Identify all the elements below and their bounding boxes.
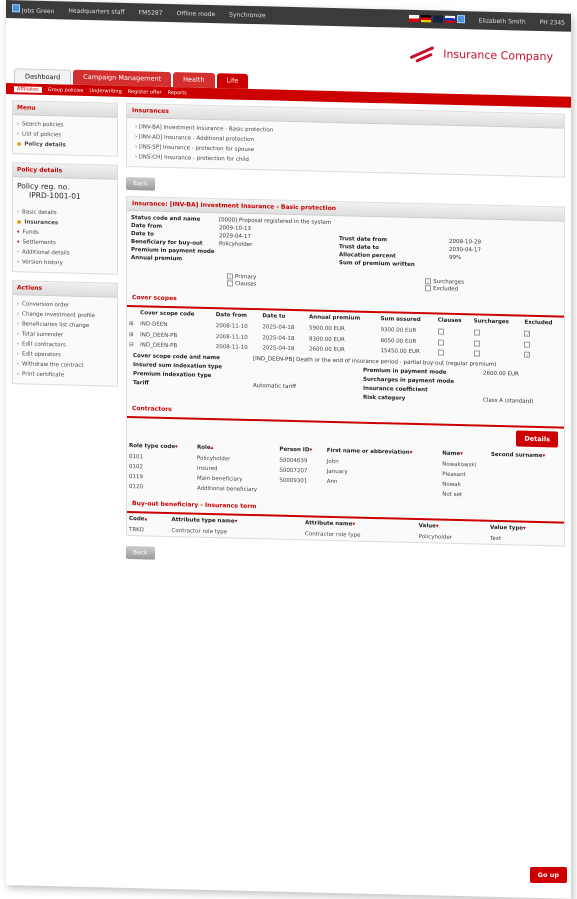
trust-to-label: Trust date to [339, 244, 379, 252]
actions-box: Actions › Conversion order › Change invest… [12, 280, 118, 387]
details-button[interactable]: Details [516, 429, 558, 447]
policy-item-version-history[interactable]: › Version history [17, 257, 113, 269]
sum-indexation-label: Insured sum indexation type [133, 361, 223, 370]
wing-logo-icon [409, 46, 437, 61]
premium-indexation-label: Premium indexation type [133, 370, 212, 379]
policy-details-box: Policy details Policy reg. no. IPRD-1001-… [12, 162, 118, 275]
subnav-underwriting[interactable]: Underwriting [89, 88, 121, 95]
clauses-checkbox[interactable]: Clauses [227, 279, 256, 287]
client-id: PH 2345 [539, 18, 565, 27]
menu-item-policy-details[interactable]: ● Policy details [17, 139, 113, 151]
date-from-label: Date from [131, 223, 163, 230]
cover-code-label: Cover scope code and name [133, 352, 220, 361]
user-code: FM5287 [138, 8, 163, 17]
trust-from-label: Trust date from [339, 236, 388, 244]
subnav-affiliates[interactable]: Affiliates [14, 85, 42, 93]
user-role: Headquarters staff [68, 7, 125, 16]
back-button[interactable]: Back [126, 176, 155, 191]
insurances-panel: Insurances › [INV-BA] Investment Insuran… [126, 102, 565, 178]
date-to-label: Date to [131, 231, 154, 238]
risk-category-label: Risk category [363, 394, 406, 402]
person-card-icon[interactable] [456, 15, 465, 24]
logo-text: Insurance Company [443, 47, 553, 63]
status-label: Status code and name [131, 215, 201, 223]
sidebar: Menu › Search policies › List of policies … [12, 100, 118, 564]
sum-written-label: Sum of premium written [339, 260, 415, 268]
premium-mode-label: Premium in payment mode [131, 247, 215, 256]
offline-mode-link[interactable]: Offline mode [177, 10, 216, 18]
tab-campaign-management[interactable]: Campaign Management [73, 69, 172, 88]
allocation-value: 99% [449, 254, 462, 262]
uk-flag-icon[interactable] [432, 15, 443, 23]
tariff-label: Tariff [133, 379, 149, 386]
tab-health[interactable]: Health [173, 72, 215, 89]
surcharges-mode-label: Surcharges in payment mode [363, 376, 454, 385]
trust-from-value: 2008-10-29 [449, 238, 481, 246]
company-logo: Insurance Company [409, 46, 553, 64]
payment-mode-value: 2600.00 EUR [483, 370, 519, 378]
back-button-bottom[interactable]: Back [126, 545, 155, 560]
page: Jobs Green Headquarters staff FM5287 Off… [6, 0, 571, 899]
payment-mode-label: Premium in payment mode [363, 367, 447, 376]
subnav-register-offer[interactable]: Register offer [128, 88, 162, 95]
subnav-group-policies[interactable]: Group policies [48, 87, 84, 94]
policy-reg-number: IPRD-1001-01 [29, 190, 81, 201]
annual-premium-label: Annual premium [131, 255, 183, 263]
synchronize-link[interactable]: Synchronize [229, 11, 266, 19]
polish-flag-icon[interactable] [409, 14, 419, 23]
german-flag-icon[interactable] [420, 15, 431, 23]
risk-category-value: Class A (standard) [483, 397, 534, 405]
sortable-header[interactable]: Code▴ [127, 512, 170, 525]
coefficient-label: Insurance coefficient [363, 385, 428, 393]
tab-life[interactable]: Life [216, 73, 249, 89]
action-print-certificate[interactable]: › Print certificate [17, 369, 113, 381]
go-up-button[interactable]: Go up [529, 867, 567, 883]
allocation-label: Allocation percent [339, 252, 396, 260]
beneficiary-label: Beneficiary for buy-out [131, 239, 203, 247]
client-name[interactable]: Elizabeth Smith [479, 17, 526, 25]
russian-flag-icon[interactable] [444, 15, 455, 23]
main-content: Insurances › [INV-BA] Investment Insuran… [126, 102, 565, 575]
collapse-icon: ⊟ [129, 342, 134, 349]
insurance-detail-panel: Insurance: [INV-BA] Investment Insurance… [126, 195, 565, 547]
subnav-reports[interactable]: Reports [168, 89, 187, 95]
tariff-value: Automatic tariff [253, 382, 297, 390]
user-icon [12, 4, 20, 13]
contractors-table: Role type code▾ Role▴ Person ID▾ First name… [127, 439, 564, 502]
trust-to-value: 2030-04-17 [449, 246, 481, 254]
expand-icon: ⊞ [129, 331, 134, 338]
current-user[interactable]: Jobs Green [22, 7, 54, 15]
tab-dashboard[interactable]: Dashboard [14, 68, 72, 85]
expand-icon: ⊞ [129, 321, 134, 328]
menu-box: Menu › Search policies › List of policies … [12, 100, 118, 157]
